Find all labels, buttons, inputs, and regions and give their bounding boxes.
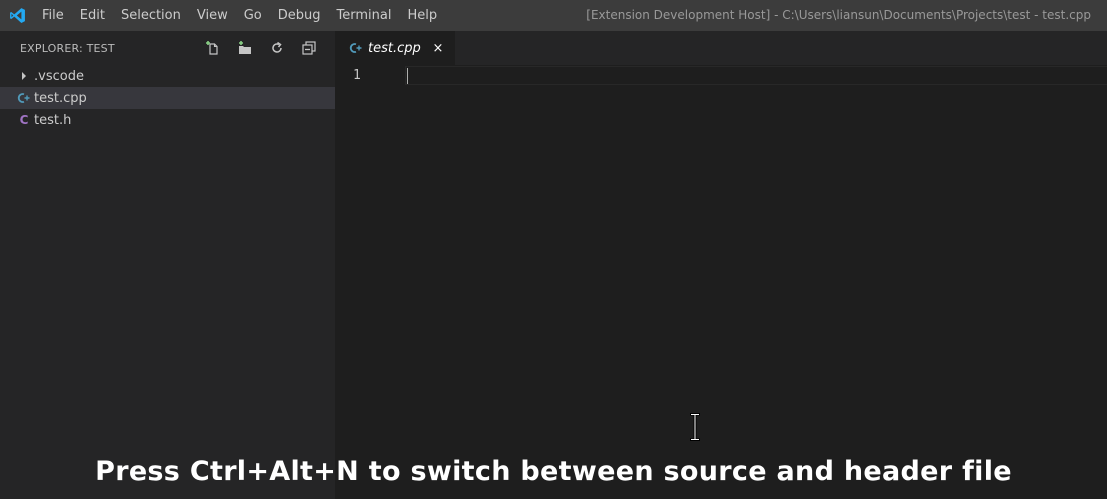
new-folder-icon [239,41,251,54]
tab-bar: test.cpp × [335,31,1107,65]
cpp-file-icon [17,92,31,104]
explorer-header: EXPLORER: TEST [0,31,335,65]
tree-item-label: .vscode [34,68,84,84]
tree-item-vscode-folder[interactable]: .vscode [0,65,335,87]
cpp-file-icon [349,42,363,54]
refresh-icon [272,41,282,53]
new-file-icon [206,41,218,55]
text-cursor [407,68,408,84]
menu-help[interactable]: Help [399,0,445,31]
menu-file[interactable]: File [34,0,72,31]
menu-go[interactable]: Go [236,0,270,31]
explorer-sidebar: EXPLORER: TEST .vscode test.cpp C test.h [0,31,335,499]
ibeam-cursor-icon [690,413,700,441]
close-icon[interactable]: × [429,39,447,57]
editor-text-area[interactable]: 1 [335,65,1107,499]
menu-terminal[interactable]: Terminal [329,0,400,31]
c-header-file-icon: C [19,113,29,127]
menu-edit[interactable]: Edit [72,0,113,31]
menu-view[interactable]: View [189,0,236,31]
menu-selection[interactable]: Selection [113,0,189,31]
new-folder-button[interactable] [229,31,261,65]
tree-item-test-cpp[interactable]: test.cpp [0,87,335,109]
caption-overlay: Press Ctrl+Alt+N to switch between sourc… [95,456,1012,487]
tab-test-cpp[interactable]: test.cpp × [335,31,455,65]
current-line-highlight [405,66,1107,85]
tree-item-label: test.cpp [34,90,87,106]
title-bar: File Edit Selection View Go Debug Termin… [0,0,1107,31]
window-title: [Extension Development Host] - C:\Users\… [586,8,1091,22]
line-number: 1 [353,68,361,83]
collapse-all-button[interactable] [293,31,325,65]
refresh-button[interactable] [261,31,293,65]
editor-group: test.cpp × 1 [335,31,1107,499]
explorer-actions [197,31,325,65]
menu-bar: File Edit Selection View Go Debug Termin… [34,0,445,31]
tree-item-test-h[interactable]: C test.h [0,109,335,131]
explorer-title: EXPLORER: TEST [20,41,115,55]
new-file-button[interactable] [197,31,229,65]
tree-item-label: test.h [34,112,72,128]
vscode-logo-icon [0,0,34,31]
collapse-all-icon [302,41,316,55]
tab-label: test.cpp [368,40,421,56]
chevron-right-icon [18,71,30,81]
menu-debug[interactable]: Debug [270,0,329,31]
